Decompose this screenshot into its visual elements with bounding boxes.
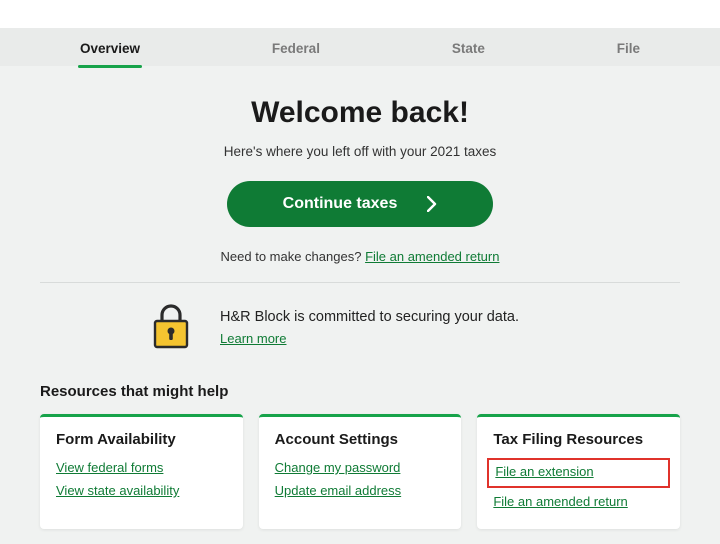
security-message: H&R Block is committed to securing your … xyxy=(220,309,519,325)
main-content: Welcome back! Here's where you left off … xyxy=(0,66,720,369)
card-tax-filing-resources: Tax Filing Resources File an extension F… xyxy=(477,414,680,529)
continue-taxes-label: Continue taxes xyxy=(283,195,398,213)
welcome-title: Welcome back! xyxy=(40,96,680,130)
card-title: Tax Filing Resources xyxy=(493,431,664,448)
tab-federal[interactable]: Federal xyxy=(272,31,320,64)
continue-taxes-button[interactable]: Continue taxes xyxy=(227,181,494,227)
view-state-availability-link[interactable]: View state availability xyxy=(56,483,227,498)
resource-cards: Form Availability View federal forms Vie… xyxy=(0,414,720,529)
tab-file[interactable]: File xyxy=(617,31,640,64)
security-learn-more-link[interactable]: Learn more xyxy=(220,331,519,346)
tab-state[interactable]: State xyxy=(452,31,485,64)
card-account-settings: Account Settings Change my password Upda… xyxy=(259,414,462,529)
security-section: H&R Block is committed to securing your … xyxy=(40,299,680,369)
top-blank-bar xyxy=(0,0,720,28)
card-title: Account Settings xyxy=(275,431,446,448)
tab-bar: Overview Federal State File xyxy=(0,28,720,66)
card-form-availability: Form Availability View federal forms Vie… xyxy=(40,414,243,529)
welcome-subtitle: Here's where you left off with your 2021… xyxy=(40,144,680,159)
highlight-annotation: File an extension xyxy=(487,458,670,488)
card-title: Form Availability xyxy=(56,431,227,448)
changes-prefix: Need to make changes? xyxy=(221,249,366,264)
lock-icon xyxy=(150,303,192,351)
view-federal-forms-link[interactable]: View federal forms xyxy=(56,460,227,475)
change-password-link[interactable]: Change my password xyxy=(275,460,446,475)
update-email-link[interactable]: Update email address xyxy=(275,483,446,498)
resources-heading: Resources that might help xyxy=(0,369,720,414)
file-an-extension-link[interactable]: File an extension xyxy=(495,464,593,479)
file-amended-return-link-card[interactable]: File an amended return xyxy=(493,494,664,509)
changes-line: Need to make changes? File an amended re… xyxy=(40,249,680,264)
chevron-right-icon xyxy=(427,196,437,212)
tab-overview[interactable]: Overview xyxy=(80,31,140,64)
divider xyxy=(40,282,680,283)
file-amended-return-link-top[interactable]: File an amended return xyxy=(365,249,499,264)
